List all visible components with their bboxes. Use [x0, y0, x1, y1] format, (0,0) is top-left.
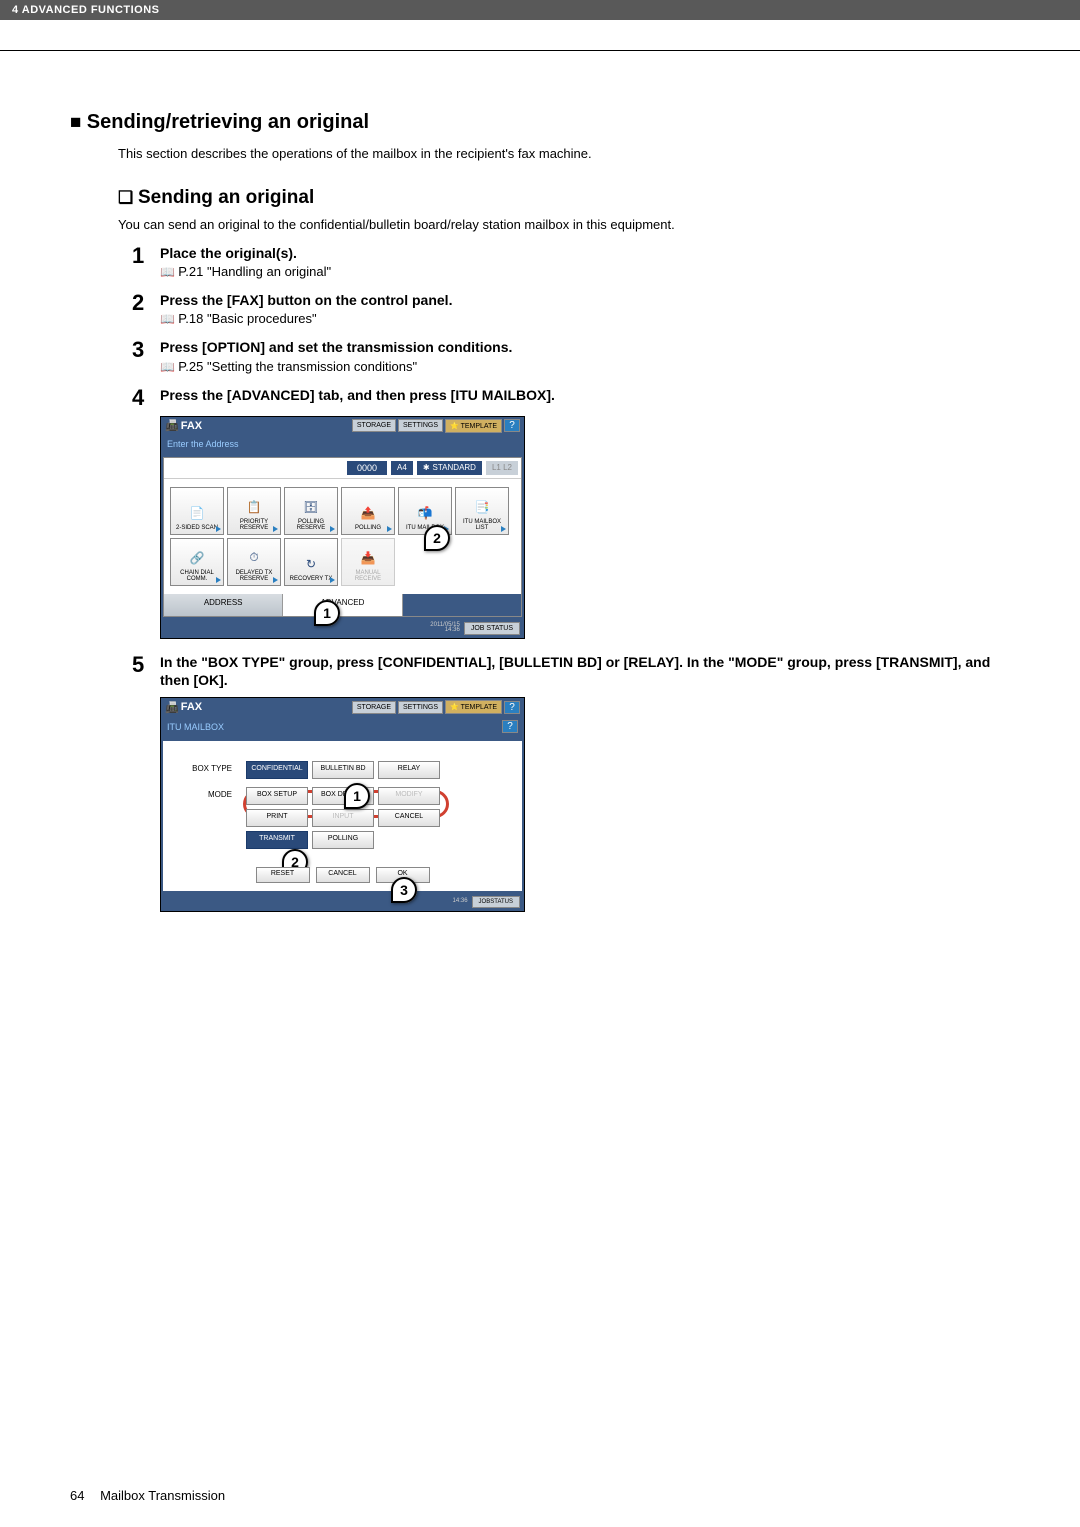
- modify-button: MODIFY: [378, 787, 440, 805]
- chain-dial-button[interactable]: 🔗CHAIN DIAL COMM.: [170, 538, 224, 586]
- step-number: 5: [132, 653, 160, 677]
- step-ref: P.25 "Setting the transmission condition…: [160, 359, 1010, 374]
- cancel-button[interactable]: CANCEL: [316, 867, 370, 883]
- two-sided-icon: 📄: [186, 503, 208, 523]
- subsection-intro: You can send an original to the confiden…: [118, 217, 1010, 232]
- storage-button[interactable]: STORAGE: [352, 701, 396, 714]
- fax-title: FAX: [181, 701, 350, 713]
- recovery-tx-button[interactable]: ↻RECOVERY TX: [284, 538, 338, 586]
- settings-button[interactable]: SETTINGS: [398, 419, 443, 432]
- job-status-button[interactable]: JOB STATUS: [464, 622, 520, 635]
- page-number: 64: [70, 1488, 84, 1503]
- section-heading: Sending/retrieving an original: [70, 111, 1010, 134]
- print-button[interactable]: PRINT: [246, 809, 308, 827]
- fax-advanced-screenshot: 📠 FAX STORAGE SETTINGS ⭐ TEMPLATE ? Ente…: [160, 416, 525, 639]
- itu-list-icon: 📑: [471, 497, 493, 517]
- polling-icon: 📤: [357, 503, 379, 523]
- counter: 0000: [347, 461, 387, 475]
- priority-icon: 📋: [243, 497, 265, 517]
- step-number: 1: [132, 244, 160, 268]
- polling-button[interactable]: 📤POLLING: [341, 487, 395, 535]
- itu-mailbox-list-button[interactable]: 📑ITU MAILBOX LIST: [455, 487, 509, 535]
- step-title: Press [OPTION] and set the transmission …: [160, 338, 1010, 356]
- datetime: 14:36: [453, 899, 468, 904]
- tab-advanced[interactable]: ADVANCED: [283, 594, 402, 616]
- step-title: Press the [FAX] button on the control pa…: [160, 291, 1010, 309]
- step-number: 3: [132, 338, 160, 362]
- page-footer: 64 Mailbox Transmission: [70, 1488, 225, 1503]
- fax-app-icon: 📠: [165, 701, 179, 714]
- annotation-3: 3: [391, 877, 417, 903]
- itu-subtitle: ITU MAILBOX: [167, 722, 224, 732]
- manual-receive-icon: 📥: [357, 548, 379, 568]
- itu-mailbox-screenshot: 📠 FAX STORAGE SETTINGS ⭐ TEMPLATE ? ITU …: [160, 697, 525, 912]
- manual-receive-button: 📥MANUAL RECEIVE: [341, 538, 395, 586]
- transmit-button[interactable]: TRANSMIT: [246, 831, 308, 849]
- relay-button[interactable]: RELAY: [378, 761, 440, 779]
- footer-title: Mailbox Transmission: [100, 1488, 225, 1503]
- template-button[interactable]: ⭐ TEMPLATE: [445, 700, 502, 714]
- box-setup-button[interactable]: BOX SETUP: [246, 787, 308, 805]
- confidential-button[interactable]: CONFIDENTIAL: [246, 761, 308, 779]
- step-ref: P.21 "Handling an original": [160, 264, 1010, 279]
- bulletin-bd-button[interactable]: BULLETIN BD: [312, 761, 374, 779]
- tab-address[interactable]: ADDRESS: [164, 594, 283, 616]
- paper-size: A4: [391, 461, 413, 475]
- chapter-header: 4 ADVANCED FUNCTIONS: [0, 0, 1080, 20]
- itu-mailbox-icon: 📬: [414, 503, 436, 523]
- cancel-mode-button[interactable]: CANCEL: [378, 809, 440, 827]
- step-title: Press the [ADVANCED] tab, and then press…: [160, 386, 1010, 404]
- job-status-button[interactable]: JOBSTATUS: [472, 896, 520, 908]
- datetime: 2011/05/1514:36: [430, 623, 460, 634]
- section-intro: This section describes the operations of…: [118, 146, 1010, 161]
- itu-subtitle-row: ITU MAILBOX ?: [161, 716, 524, 739]
- polling-reserve-button[interactable]: 🗄POLLING RESERVE: [284, 487, 338, 535]
- step-ref: P.18 "Basic procedures": [160, 311, 1010, 326]
- fax-title: FAX: [181, 420, 350, 432]
- reset-button[interactable]: RESET: [256, 867, 310, 883]
- box-type-label: BOX TYPE: [171, 761, 246, 773]
- template-button[interactable]: ⭐ TEMPLATE: [445, 419, 502, 433]
- standard-button[interactable]: ✱ STANDARD: [417, 461, 482, 475]
- delayed-icon: ⏱: [243, 548, 265, 568]
- annotation-1: 1: [314, 600, 340, 626]
- delayed-tx-button[interactable]: ⏱DELAYED TX RESERVE: [227, 538, 281, 586]
- annotation-2: 2: [424, 525, 450, 551]
- chain-dial-icon: 🔗: [186, 548, 208, 568]
- input-button: INPUT: [312, 809, 374, 827]
- two-sided-scan-button[interactable]: 📄2-SIDED SCAN: [170, 487, 224, 535]
- line-indicator: L1 L2: [486, 461, 518, 475]
- subsection-heading: Sending an original: [118, 187, 1010, 209]
- step-number: 2: [132, 291, 160, 315]
- help-button[interactable]: ?: [504, 701, 520, 714]
- recovery-icon: ↻: [300, 554, 322, 574]
- polling-reserve-icon: 🗄: [300, 497, 322, 517]
- mode-label: MODE: [171, 787, 246, 799]
- annotation-1: 1: [344, 783, 370, 809]
- fax-subtitle: Enter the Address: [161, 435, 524, 455]
- help-button[interactable]: ?: [502, 720, 518, 733]
- step-title: Place the original(s).: [160, 244, 1010, 262]
- step-number: 4: [132, 386, 160, 410]
- step-title: In the "BOX TYPE" group, press [CONFIDEN…: [160, 653, 1010, 689]
- settings-button[interactable]: SETTINGS: [398, 701, 443, 714]
- priority-reserve-button[interactable]: 📋PRIORITY RESERVE: [227, 487, 281, 535]
- help-button[interactable]: ?: [504, 419, 520, 432]
- fax-app-icon: 📠: [165, 419, 179, 432]
- storage-button[interactable]: STORAGE: [352, 419, 396, 432]
- polling-mode-button[interactable]: POLLING: [312, 831, 374, 849]
